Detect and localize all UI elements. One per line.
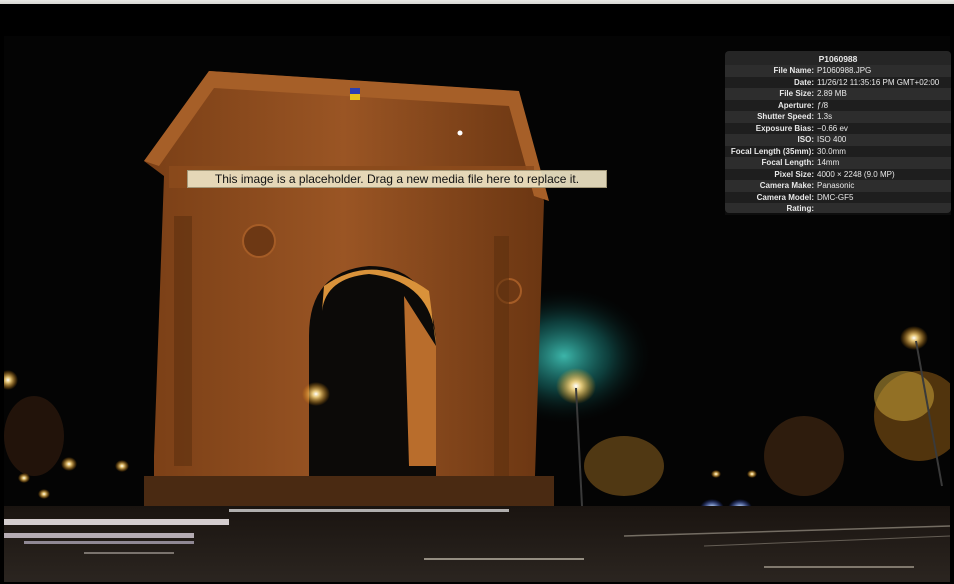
info-row-shutter-speed: Shutter Speed: 1.3s [725,111,951,123]
info-label: ISO: [797,135,814,144]
info-value: −0.66 ev [817,123,848,133]
photo-info-panel: P1060988 File Name: P1060988.JPG Date: 1… [725,51,951,215]
info-label: Aperture: [777,100,814,110]
info-label: Rating: [786,204,814,213]
info-row-exposure-bias: Exposure Bias: −0.66 ev [725,122,951,134]
info-row-date: Date: 11/26/12 11:35:16 PM GMT+02:00 [725,76,951,88]
info-row-pixel-size: Pixel Size: 4000 × 2248 (9.0 MP) [725,168,951,180]
info-row-file-name: File Name: P1060988.JPG [725,65,951,77]
info-value: 11/26/12 11:35:16 PM GMT+02:00 [817,77,940,87]
info-value: 1.3s [817,112,833,121]
info-rows: File Name: P1060988.JPG Date: 11/26/12 1… [725,65,951,215]
info-value: P1060988.JPG [817,66,872,75]
info-label: Date: [793,77,814,87]
info-label: Camera Make: [759,181,814,190]
info-value: Panasonic [817,181,855,190]
info-row-focal-length: Focal Length: 14mm [725,157,951,169]
window-top-bar [0,0,954,4]
info-label: Pixel Size: [774,169,814,179]
info-label: Exposure Bias: [755,123,814,133]
info-row-focal-length-35mm: Focal Length (35mm): 30.0mm [725,145,951,157]
info-value: 30.0mm [817,146,846,156]
info-row-aperture: Aperture: ƒ/8 [725,99,951,111]
placeholder-message: This image is a placeholder. Drag a new … [214,172,580,186]
info-label: Focal Length: [761,158,814,167]
info-value: 4000 × 2248 (9.0 MP) [817,169,895,179]
info-label: Shutter Speed: [757,112,814,121]
info-value: ƒ/8 [817,100,829,110]
info-value: ISO 400 [817,135,847,144]
info-row-iso: ISO: ISO 400 [725,134,951,146]
info-panel-title: P1060988 [818,54,858,64]
info-row-camera-make: Camera Make: Panasonic [725,180,951,192]
info-value: DMC-GF5 [817,192,854,202]
info-row-camera-model: Camera Model: DMC-GF5 [725,191,951,203]
info-label: File Name: [773,66,814,75]
info-value: 14mm [817,158,840,167]
info-label: File Size: [779,89,814,98]
info-label: Focal Length (35mm): [730,146,814,156]
info-value [817,203,951,215]
placeholder-banner: This image is a placeholder. Drag a new … [187,170,607,188]
info-row-file-size: File Size: 2.89 MB [725,88,951,100]
info-row-rating: Rating: [725,203,951,215]
info-value: 2.89 MB [817,89,847,98]
info-label: Camera Model: [756,192,814,202]
